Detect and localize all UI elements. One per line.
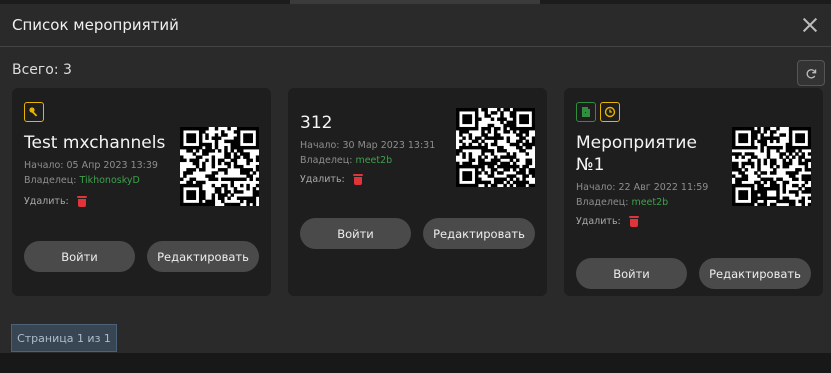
delete-label: Удалить: [300,174,345,185]
event-start: Начало: 22 Авг 2022 11:59 [576,180,708,195]
qr-code [180,127,259,206]
delete-row: Удалить: [300,174,363,185]
key-icon [24,102,44,122]
owner-value: meet2b [631,197,669,208]
enter-button[interactable]: Войти [300,218,411,249]
event-card: 312 Начало: 30 Мар 2023 13:31 Владелец: … [288,88,547,296]
enter-button[interactable]: Войти [576,258,687,289]
start-label: Начало: [24,160,67,171]
close-icon[interactable] [801,16,819,34]
start-value: 22 Авг 2022 11:59 [618,182,709,193]
refresh-button[interactable] [797,60,825,86]
trash-icon[interactable] [628,216,639,227]
owner-value: TikhonoskyD [79,175,140,186]
start-label: Начало: [576,182,619,193]
refresh-icon [806,68,816,79]
event-title: Мероприятие №1 [576,133,697,175]
start-value: 30 Мар 2023 13:31 [342,140,436,151]
event-owner: Владелец: TikhonoskyD [24,173,140,188]
start-label: Начало: [300,140,343,151]
event-start: Начало: 05 Апр 2023 13:39 [24,158,158,173]
delete-row: Удалить: [576,216,639,227]
event-owner: Владелец: meet2b [576,195,668,210]
edit-button[interactable]: Редактировать [147,241,259,272]
background-bottom [0,353,831,373]
modal-title: Список мероприятий [12,16,179,34]
event-title: 312 [300,113,333,133]
edit-button[interactable]: Редактировать [423,218,535,249]
trash-icon[interactable] [352,174,363,185]
start-value: 05 Апр 2023 13:39 [66,160,158,171]
clock-icon [600,102,620,122]
enter-button[interactable]: Войти [24,241,135,272]
edit-button[interactable]: Редактировать [699,258,811,289]
event-title: Test mxchannels [24,133,166,153]
owner-value: meet2b [355,155,393,166]
trash-icon[interactable] [76,196,87,207]
event-start: Начало: 30 Мар 2023 13:31 [300,138,435,153]
owner-label: Владелец: [576,197,632,208]
modal-header: Список мероприятий [0,4,831,47]
delete-row: Удалить: [24,196,87,207]
qr-code [456,108,535,187]
door-icon [576,102,596,122]
events-modal: Список мероприятий Всего: 3 Test mxchann… [0,4,831,354]
event-card: Мероприятие №1 Начало: 22 Авг 2022 11:59… [564,88,823,296]
qr-code [732,127,811,206]
event-owner: Владелец: meet2b [300,153,392,168]
pagination-indicator[interactable]: Страница 1 из 1 [11,324,117,352]
event-card: Test mxchannels Начало: 05 Апр 2023 13:3… [12,88,271,296]
owner-label: Владелец: [300,155,356,166]
owner-label: Владелец: [24,175,80,186]
delete-label: Удалить: [576,216,621,227]
delete-label: Удалить: [24,196,69,207]
total-count: Всего: 3 [12,62,72,78]
